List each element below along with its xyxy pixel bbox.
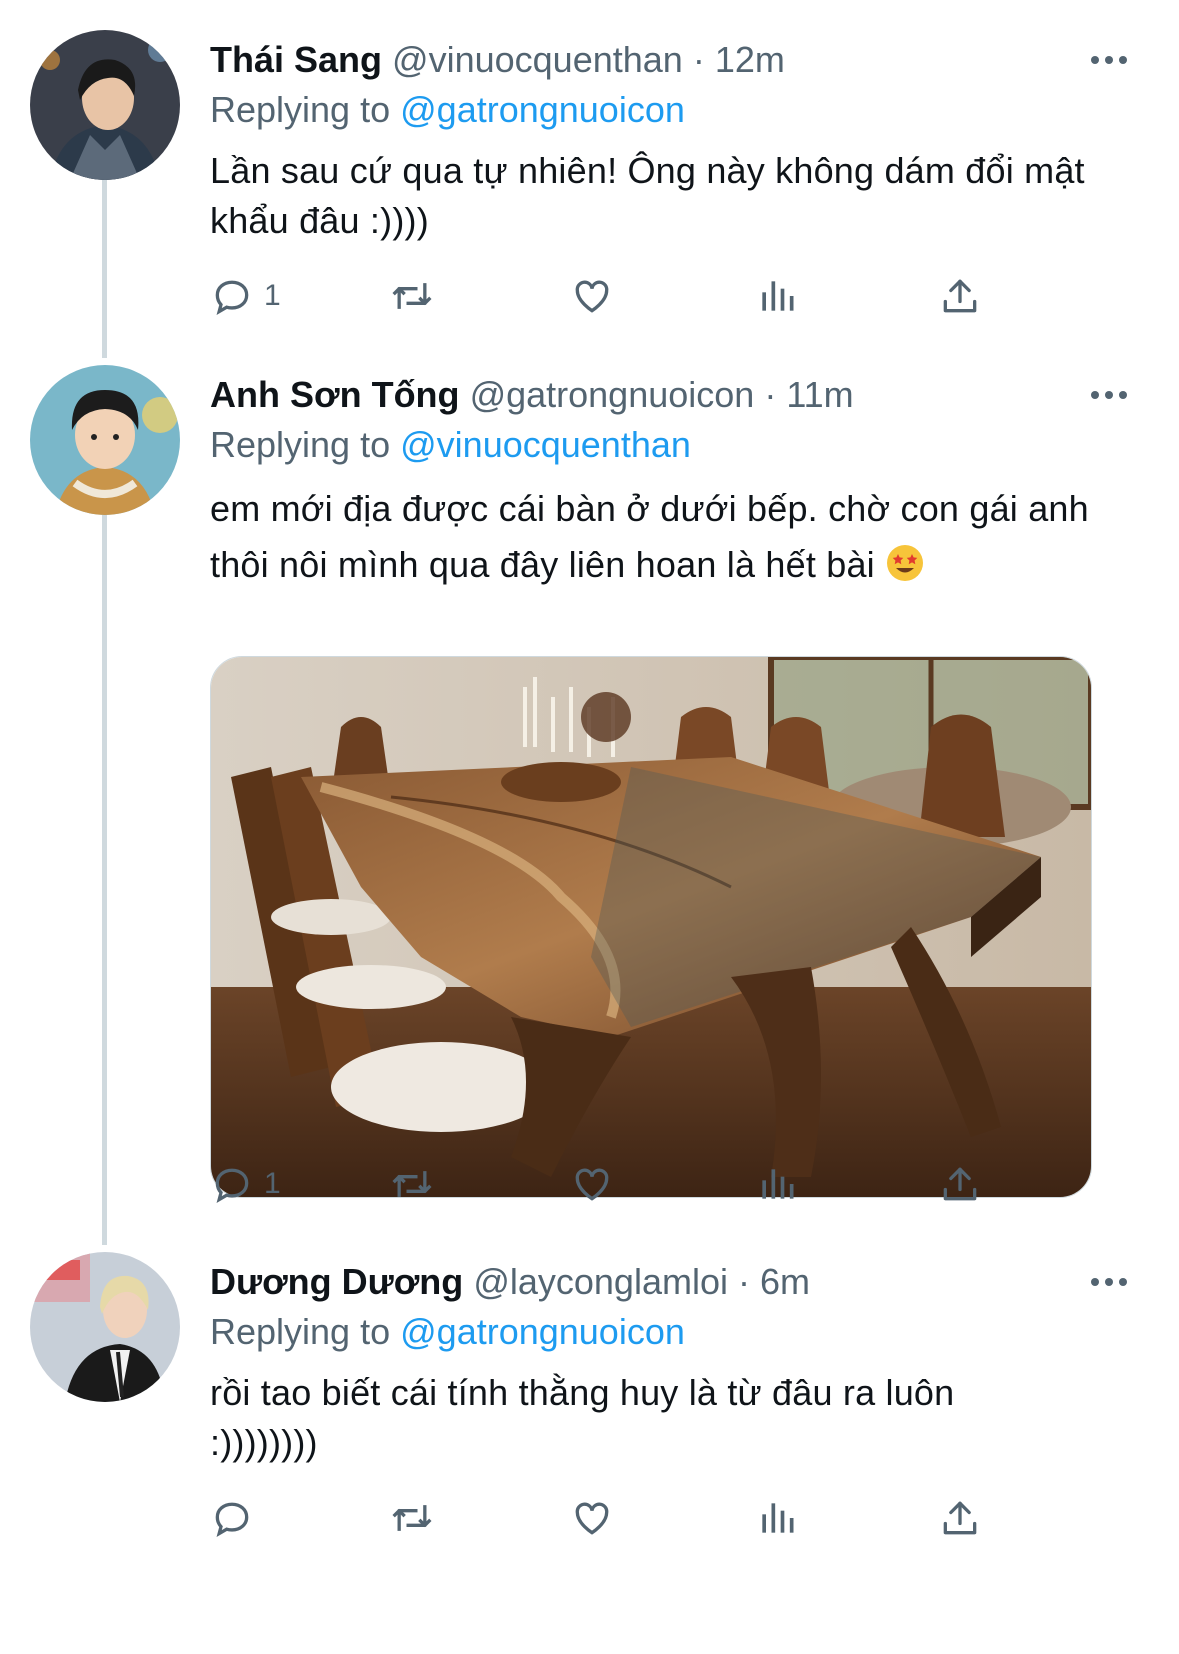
like-button[interactable] xyxy=(570,1488,614,1548)
replying-to: Replying to @vinuocquenthan xyxy=(210,423,1139,467)
like-icon xyxy=(575,1168,609,1201)
user-handle[interactable]: @vinuocquenthan xyxy=(392,39,683,80)
share-icon xyxy=(943,279,977,313)
tweet-text: em mới địa được cái bàn ở dưới bếp. chờ … xyxy=(210,488,1089,585)
replying-label: Replying to xyxy=(210,1311,391,1352)
tweet-header: Dương Dương @layconglamloi · 6m xyxy=(210,1260,1139,1304)
reply-icon xyxy=(215,280,249,316)
separator: · xyxy=(727,1261,760,1302)
more-icon[interactable] xyxy=(1079,1260,1139,1304)
avatar[interactable] xyxy=(30,30,180,180)
tweet-content: Thái Sang @vinuocquenthan · 12m Replying… xyxy=(210,38,1139,246)
share-button[interactable] xyxy=(938,1154,982,1214)
views-button[interactable] xyxy=(755,1488,799,1548)
mention-link[interactable]: @vinuocquenthan xyxy=(400,424,691,465)
timestamp[interactable]: 12m xyxy=(715,39,785,80)
tweet-text: rồi tao biết cái tính thằng huy là từ đâ… xyxy=(210,1372,955,1463)
tweet-header: Thái Sang @vinuocquenthan · 12m xyxy=(210,38,1139,82)
user-handle[interactable]: @gatrongnuoicon xyxy=(470,374,755,415)
tweet-content: Dương Dương @layconglamloi · 6m Replying… xyxy=(210,1260,1139,1468)
retweet-button[interactable] xyxy=(390,1154,434,1214)
reply-button[interactable]: 1 xyxy=(210,1154,281,1214)
tweet-text-block: em mới địa được cái bàn ở dưới bếp. chờ … xyxy=(210,481,1090,593)
like-icon xyxy=(575,1502,609,1535)
tweet-image[interactable] xyxy=(210,656,1092,1198)
avatar[interactable] xyxy=(30,365,180,515)
like-button[interactable] xyxy=(570,1154,614,1214)
share-button[interactable] xyxy=(938,266,982,326)
like-button[interactable] xyxy=(570,266,614,326)
replying-to: Replying to @gatrongnuoicon xyxy=(210,1310,1139,1354)
tweet-actions: 1 xyxy=(210,266,1040,326)
views-button[interactable] xyxy=(755,1154,799,1214)
tweet-actions xyxy=(210,1488,1040,1548)
tweet-header: Anh Sơn Tống @gatrongnuoicon · 11m xyxy=(210,373,1139,417)
retweet-button[interactable] xyxy=(390,266,434,326)
retweet-button[interactable] xyxy=(390,1488,434,1548)
reply-icon xyxy=(215,1168,249,1204)
timestamp[interactable]: 11m xyxy=(786,374,853,415)
replying-to: Replying to @gatrongnuoicon xyxy=(210,88,1139,132)
thread-line xyxy=(102,180,107,358)
views-icon xyxy=(762,1169,794,1199)
retweet-icon xyxy=(392,1505,432,1531)
reply-count: 1 xyxy=(264,1167,281,1200)
views-icon xyxy=(762,1503,794,1533)
tweet-text: Lần sau cứ qua tự nhiên! Ông này không d… xyxy=(210,150,1085,241)
separator: · xyxy=(754,374,787,415)
reply-button[interactable] xyxy=(210,1488,264,1548)
more-icon[interactable] xyxy=(1079,373,1139,417)
tweet-actions: 1 xyxy=(210,1154,1040,1214)
share-icon xyxy=(943,1501,977,1535)
replying-label: Replying to xyxy=(210,89,391,130)
mention-link[interactable]: @gatrongnuoicon xyxy=(400,1311,685,1352)
reply-icon xyxy=(215,1502,249,1538)
retweet-icon xyxy=(392,283,432,309)
thread-line xyxy=(102,515,107,1245)
tweet-content: Anh Sơn Tống @gatrongnuoicon · 11m Reply… xyxy=(210,373,1139,593)
avatar[interactable] xyxy=(30,1252,180,1402)
star-struck-emoji xyxy=(887,545,924,581)
display-name[interactable]: Dương Dương xyxy=(210,1261,463,1302)
reply-count: 1 xyxy=(264,279,281,312)
timestamp[interactable]: 6m xyxy=(760,1261,810,1302)
reply-button[interactable]: 1 xyxy=(210,266,281,326)
more-icon[interactable] xyxy=(1079,38,1139,82)
views-button[interactable] xyxy=(755,266,799,326)
user-handle[interactable]: @layconglamloi xyxy=(473,1261,728,1302)
replying-label: Replying to xyxy=(210,424,391,465)
replies-feed: Thái Sang @vinuocquenthan · 12m Replying… xyxy=(0,0,1179,1654)
like-icon xyxy=(575,280,609,313)
share-icon xyxy=(943,1167,977,1201)
mention-link[interactable]: @gatrongnuoicon xyxy=(400,89,685,130)
retweet-icon xyxy=(392,1171,432,1197)
separator: · xyxy=(682,39,715,80)
views-icon xyxy=(762,281,794,311)
display-name[interactable]: Anh Sơn Tống xyxy=(210,374,460,415)
share-button[interactable] xyxy=(938,1488,982,1548)
display-name[interactable]: Thái Sang xyxy=(210,39,382,80)
